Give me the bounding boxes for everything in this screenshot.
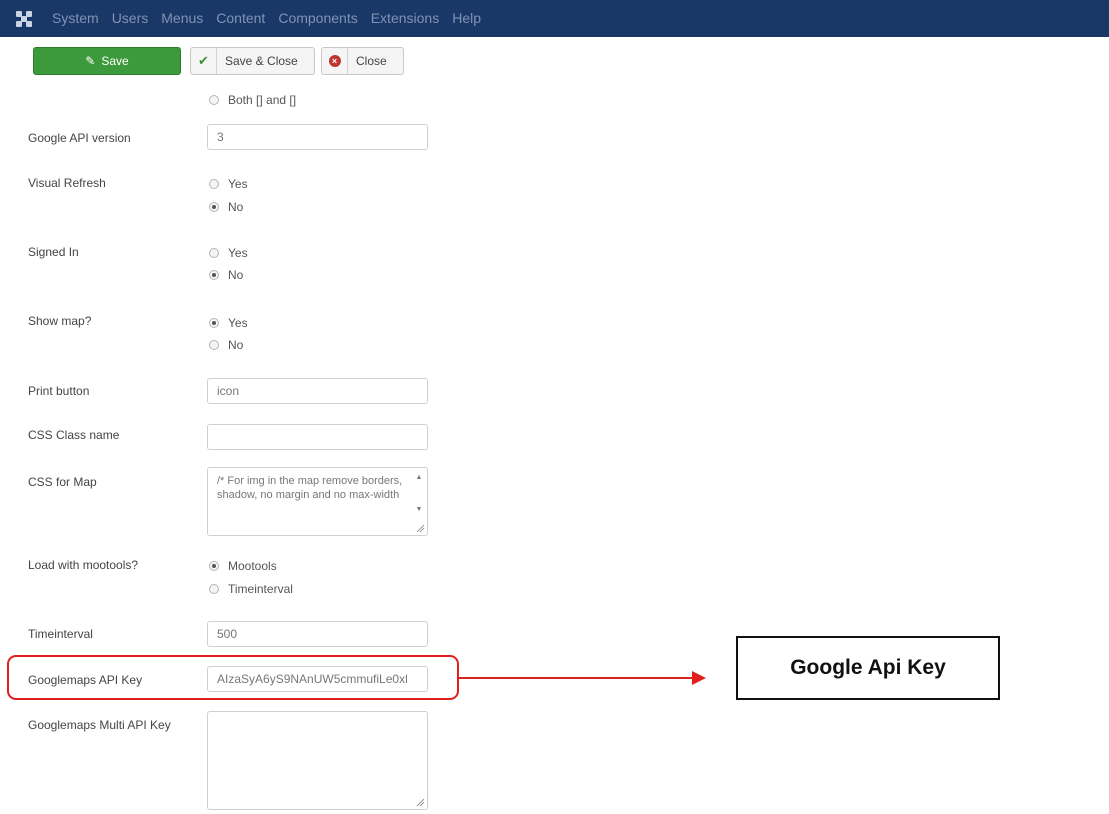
menu-content[interactable]: Content	[216, 0, 265, 37]
signed-in-no[interactable]: No	[209, 268, 243, 282]
signed-in-yes[interactable]: Yes	[209, 246, 248, 260]
save-label: Save	[101, 54, 129, 68]
resize-grip-icon[interactable]	[416, 524, 425, 533]
visual-refresh-label: Visual Refresh	[28, 176, 106, 190]
close-label: Close	[356, 54, 387, 68]
menu-users[interactable]: Users	[112, 0, 149, 37]
save-button[interactable]: ✎ Save	[33, 47, 181, 75]
save-close-label: Save & Close	[225, 54, 298, 68]
radio-icon	[209, 340, 219, 350]
highlight-box	[7, 655, 459, 700]
timeinterval-label: Timeinterval	[28, 627, 93, 641]
scroll-down-icon[interactable]: ▼	[416, 503, 423, 517]
radio-icon	[209, 584, 219, 594]
close-button[interactable]: × Close	[321, 47, 404, 75]
show-map-label: Show map?	[28, 314, 92, 328]
signed-in-label: Signed In	[28, 245, 79, 259]
joomla-logo-icon[interactable]	[13, 8, 35, 30]
radio-selected-icon	[209, 318, 219, 328]
radio-selected-icon	[209, 561, 219, 571]
timeinterval-input[interactable]: 500	[207, 621, 428, 647]
annotation-arrow	[459, 677, 704, 679]
googlemaps-multi-api-key-textarea[interactable]	[207, 711, 428, 810]
css-class-name-input[interactable]	[207, 424, 428, 450]
google-api-version-label: Google API version	[28, 131, 131, 145]
css-for-map-textarea[interactable]: /* For img in the map remove borders, sh…	[207, 467, 428, 536]
show-map-no[interactable]: No	[209, 338, 243, 352]
textarea-scrollbar[interactable]: ▲ ▼	[414, 471, 424, 517]
show-map-yes[interactable]: Yes	[209, 316, 248, 330]
edit-icon: ✎	[85, 54, 96, 68]
menu-extensions[interactable]: Extensions	[371, 0, 439, 37]
resize-grip-icon[interactable]	[416, 798, 425, 807]
menu-system[interactable]: System	[52, 0, 99, 37]
close-circle-icon: ×	[328, 55, 341, 67]
top-navbar: System Users Menus Content Components Ex…	[0, 0, 1109, 37]
toolbar: ✎ Save ✔ Save & Close × Close	[0, 37, 1109, 85]
css-for-map-text: /* For img in the map remove borders, sh…	[217, 475, 403, 501]
save-close-button[interactable]: ✔ Save & Close	[190, 47, 315, 75]
radio-option-both[interactable]: Both [] and []	[209, 93, 296, 107]
radio-selected-icon	[209, 270, 219, 280]
google-api-version-input[interactable]: 3	[207, 124, 428, 150]
load-mootools-label: Load with mootools?	[28, 558, 139, 572]
css-for-map-label: CSS for Map	[28, 475, 97, 489]
scroll-up-icon[interactable]: ▲	[416, 471, 423, 485]
radio-icon	[209, 95, 219, 105]
checkmark-icon: ✔	[198, 53, 209, 68]
radio-icon	[209, 248, 219, 258]
load-timeinterval-option[interactable]: Timeinterval	[209, 582, 293, 596]
annotation-callout: Google Api Key	[736, 636, 1000, 700]
radio-selected-icon	[209, 202, 219, 212]
menu-help[interactable]: Help	[452, 0, 481, 37]
load-mootools-option[interactable]: Mootools	[209, 559, 277, 573]
menu-menus[interactable]: Menus	[161, 0, 203, 37]
visual-refresh-yes[interactable]: Yes	[209, 177, 248, 191]
radio-icon	[209, 179, 219, 189]
print-button-label: Print button	[28, 384, 90, 398]
visual-refresh-no[interactable]: No	[209, 200, 243, 214]
print-button-input[interactable]: icon	[207, 378, 428, 404]
googlemaps-multi-api-key-label: Googlemaps Multi API Key	[28, 718, 171, 732]
menu-components[interactable]: Components	[278, 0, 357, 37]
css-class-name-label: CSS Class name	[28, 428, 120, 442]
arrow-head-icon	[692, 671, 706, 685]
